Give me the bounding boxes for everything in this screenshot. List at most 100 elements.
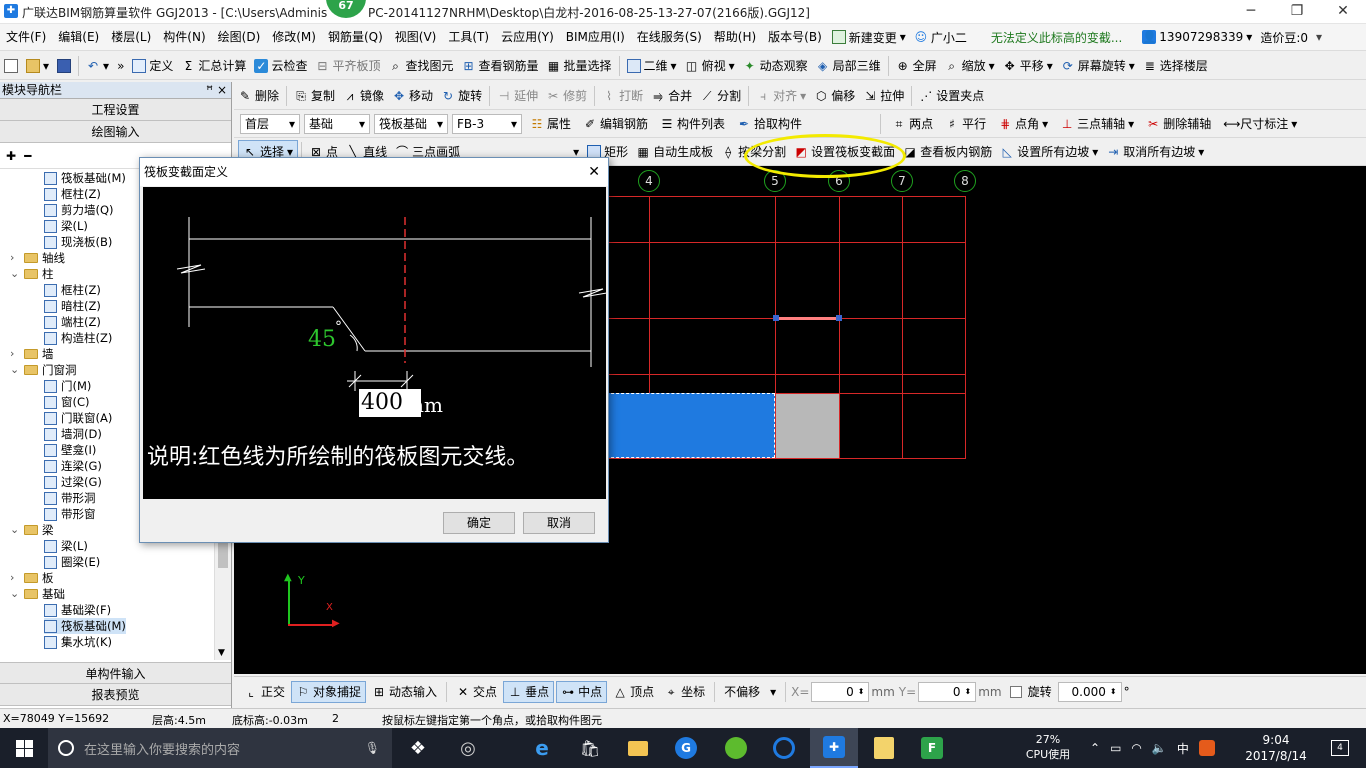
align-dropdown[interactable]: ⫞ 对齐 ▾ xyxy=(752,84,810,108)
tree-item[interactable]: 框柱(Z) xyxy=(44,282,101,298)
view-slab-rebar-button[interactable]: ◪ 查看板内钢筋 xyxy=(899,140,996,164)
tree-item[interactable]: 连梁(G) xyxy=(44,458,102,474)
delete-axis-button[interactable]: ✂ 删除辅轴 xyxy=(1142,112,1215,136)
clock[interactable]: 9:04 2017/8/14 xyxy=(1238,732,1314,764)
expand-arrow-icon[interactable]: › xyxy=(10,346,20,362)
expand-arrow-icon[interactable]: › xyxy=(10,250,20,266)
task-view-button[interactable]: ❖ xyxy=(396,728,440,768)
tree-item[interactable]: 梁(L) xyxy=(44,218,88,234)
expand-arrow-icon[interactable]: › xyxy=(10,570,20,586)
close-button[interactable]: ✕ xyxy=(1320,0,1366,24)
collapse-arrow-icon[interactable]: ⌄ xyxy=(10,266,20,282)
set-grip-button[interactable]: ⋰ 设置夹点 xyxy=(915,84,988,108)
menu-draw[interactable]: 绘图(D) xyxy=(212,24,267,50)
screen-rotate-dropdown[interactable]: ⟳ 屏幕旋转 ▾ xyxy=(1057,54,1139,78)
perpendicular-snap[interactable]: ⊥ 垂点 xyxy=(503,680,555,703)
tree-item[interactable]: 梁(L) xyxy=(44,538,88,554)
start-button[interactable] xyxy=(0,728,48,768)
tree-item[interactable]: 筏板基础(M) xyxy=(44,618,126,634)
tree-item[interactable]: 过梁(G) xyxy=(44,474,102,490)
tree-item[interactable]: 门联窗(A) xyxy=(44,410,112,426)
zoom-dropdown[interactable]: ⌕ 缩放 ▾ xyxy=(941,54,999,78)
tree-item[interactable]: 窗(C) xyxy=(44,394,90,410)
notification-center[interactable]: 4 xyxy=(1320,728,1360,768)
scroll-down-icon[interactable]: ▼ xyxy=(218,648,225,658)
define-button[interactable]: 定义 xyxy=(128,54,177,78)
tree-item[interactable]: 框柱(Z) xyxy=(44,186,101,202)
intersection-snap[interactable]: ✕ 交点 xyxy=(452,681,501,703)
tree-folder[interactable]: ⌄ 基础 xyxy=(10,586,65,602)
rotate-button[interactable]: ↻ 旋转 xyxy=(437,84,486,108)
tree-item[interactable]: 基础梁(F) xyxy=(44,602,111,618)
cloud-check-button[interactable]: ✓ 云检查 xyxy=(250,54,311,78)
expand-all-icon[interactable]: ✚ xyxy=(6,149,16,163)
tree-item[interactable]: 门(M) xyxy=(44,378,91,394)
volume-icon[interactable]: 🔈 xyxy=(1152,741,1167,755)
tree-item[interactable]: 集水坑(K) xyxy=(44,634,112,650)
member-select[interactable]: FB-3 ▾ xyxy=(452,113,522,134)
app-browser-swirl[interactable]: ◎ xyxy=(444,728,492,768)
dialog-close-icon[interactable]: ✕ xyxy=(588,158,600,186)
object-snap-toggle[interactable]: ⚐ 对象捕捉 xyxy=(291,680,367,703)
user-account[interactable]: 👤 13907298339 ▾ xyxy=(1138,25,1256,49)
menu-bim[interactable]: BIM应用(I) xyxy=(560,24,631,50)
merge-button[interactable]: ⥤ 合并 xyxy=(647,84,696,108)
mirror-button[interactable]: ⩘ 镜像 xyxy=(339,84,388,108)
batch-select-button[interactable]: ▦ 批量选择 xyxy=(543,54,616,78)
offset-button[interactable]: ⬡ 偏移 xyxy=(810,84,859,108)
auto-generate-slab-button[interactable]: ▦ 自动生成板 xyxy=(632,140,717,164)
tree-folder[interactable]: › 板 xyxy=(10,570,54,586)
align-slab-top-button[interactable]: ⊟ 平齐板顶 xyxy=(311,54,384,78)
edit-rebar-button[interactable]: ✐ 编辑钢筋 xyxy=(579,112,652,136)
tree-folder[interactable]: › 墙 xyxy=(10,346,54,362)
app-store[interactable]: 🛍 xyxy=(566,728,614,768)
tree-folder[interactable]: ⌄ 梁 xyxy=(10,522,54,538)
collapse-arrow-icon[interactable]: ⌄ xyxy=(10,586,20,602)
panel-close-icon[interactable]: × xyxy=(217,82,227,99)
tree-item[interactable]: 筏板基础(M) xyxy=(44,170,126,186)
split-button[interactable]: ⟋ 分割 xyxy=(696,84,745,108)
two-point-axis-button[interactable]: ⌗ 两点 xyxy=(888,112,937,136)
tree-folder[interactable]: › 轴线 xyxy=(10,250,65,266)
summary-calc-button[interactable]: Σ 汇总计算 xyxy=(177,54,250,78)
app-glodon-g[interactable]: G xyxy=(662,728,710,768)
undo-button[interactable]: ↶ ▾ xyxy=(82,54,113,78)
ortho-toggle[interactable]: ⌞ 正交 xyxy=(240,681,289,703)
menu-modify[interactable]: 修改(M) xyxy=(266,24,322,50)
guangxiaoer-button[interactable]: ☺ 广小二 xyxy=(910,25,971,49)
dimension-dropdown[interactable]: ⟷ 尺寸标注 ▾ xyxy=(1219,112,1301,136)
menu-tools[interactable]: 工具(T) xyxy=(442,24,495,50)
local-3d-button[interactable]: ◈ 局部三维 xyxy=(812,54,885,78)
floor-select[interactable]: 首层 ▾ xyxy=(240,113,300,134)
tray-expand-icon[interactable]: ⌃ xyxy=(1090,741,1100,755)
network-icon[interactable]: ◠ xyxy=(1131,741,1141,755)
single-component-input-button[interactable]: 单构件输入 xyxy=(0,662,231,684)
taskbar-search[interactable]: 在这里输入你要搜索的内容 🎙 xyxy=(48,728,392,768)
grip-point[interactable] xyxy=(836,315,842,321)
dynamic-observe-button[interactable]: ✦ 动态观察 xyxy=(739,54,812,78)
app-explorer[interactable] xyxy=(614,728,662,768)
y-offset-input[interactable]: 0 ⬍ xyxy=(918,681,977,702)
grip-point[interactable] xyxy=(773,315,779,321)
break-button[interactable]: ⌇ 打断 xyxy=(598,84,647,108)
menu-file[interactable]: 文件(F) xyxy=(0,24,52,50)
dynamic-input-toggle[interactable]: ⊞ 动态输入 xyxy=(368,681,441,703)
project-settings-button[interactable]: 工程设置 xyxy=(0,99,231,121)
collapse-all-icon[interactable]: ━ xyxy=(24,149,31,163)
pick-component-button[interactable]: ✒ 拾取构件 xyxy=(733,112,806,136)
point-angle-dropdown[interactable]: ⋕ 点角 ▾ xyxy=(994,112,1052,136)
offset-select[interactable]: 不偏移 ▾ xyxy=(720,682,780,702)
cancel-button[interactable]: 取消 xyxy=(523,512,595,534)
menu-edit[interactable]: 编辑(E) xyxy=(52,24,105,50)
raft-slab-gray[interactable] xyxy=(776,394,839,458)
properties-button[interactable]: ☷ 属性 xyxy=(526,112,575,136)
drawing-input-button[interactable]: 绘图输入 xyxy=(0,121,231,143)
rotate-checkbox[interactable] xyxy=(1009,685,1022,698)
menu-rebar[interactable]: 钢筋量(Q) xyxy=(322,24,389,50)
tree-item[interactable]: 暗柱(Z) xyxy=(44,298,101,314)
sogou-tray-icon[interactable] xyxy=(1198,740,1215,756)
tree-folder[interactable]: ⌄ 门窗洞 xyxy=(10,362,77,378)
tree-item[interactable]: 墙洞(D) xyxy=(44,426,102,442)
top-view-dropdown[interactable]: ◫ 俯视 ▾ xyxy=(681,54,739,78)
menu-view[interactable]: 视图(V) xyxy=(389,24,443,50)
